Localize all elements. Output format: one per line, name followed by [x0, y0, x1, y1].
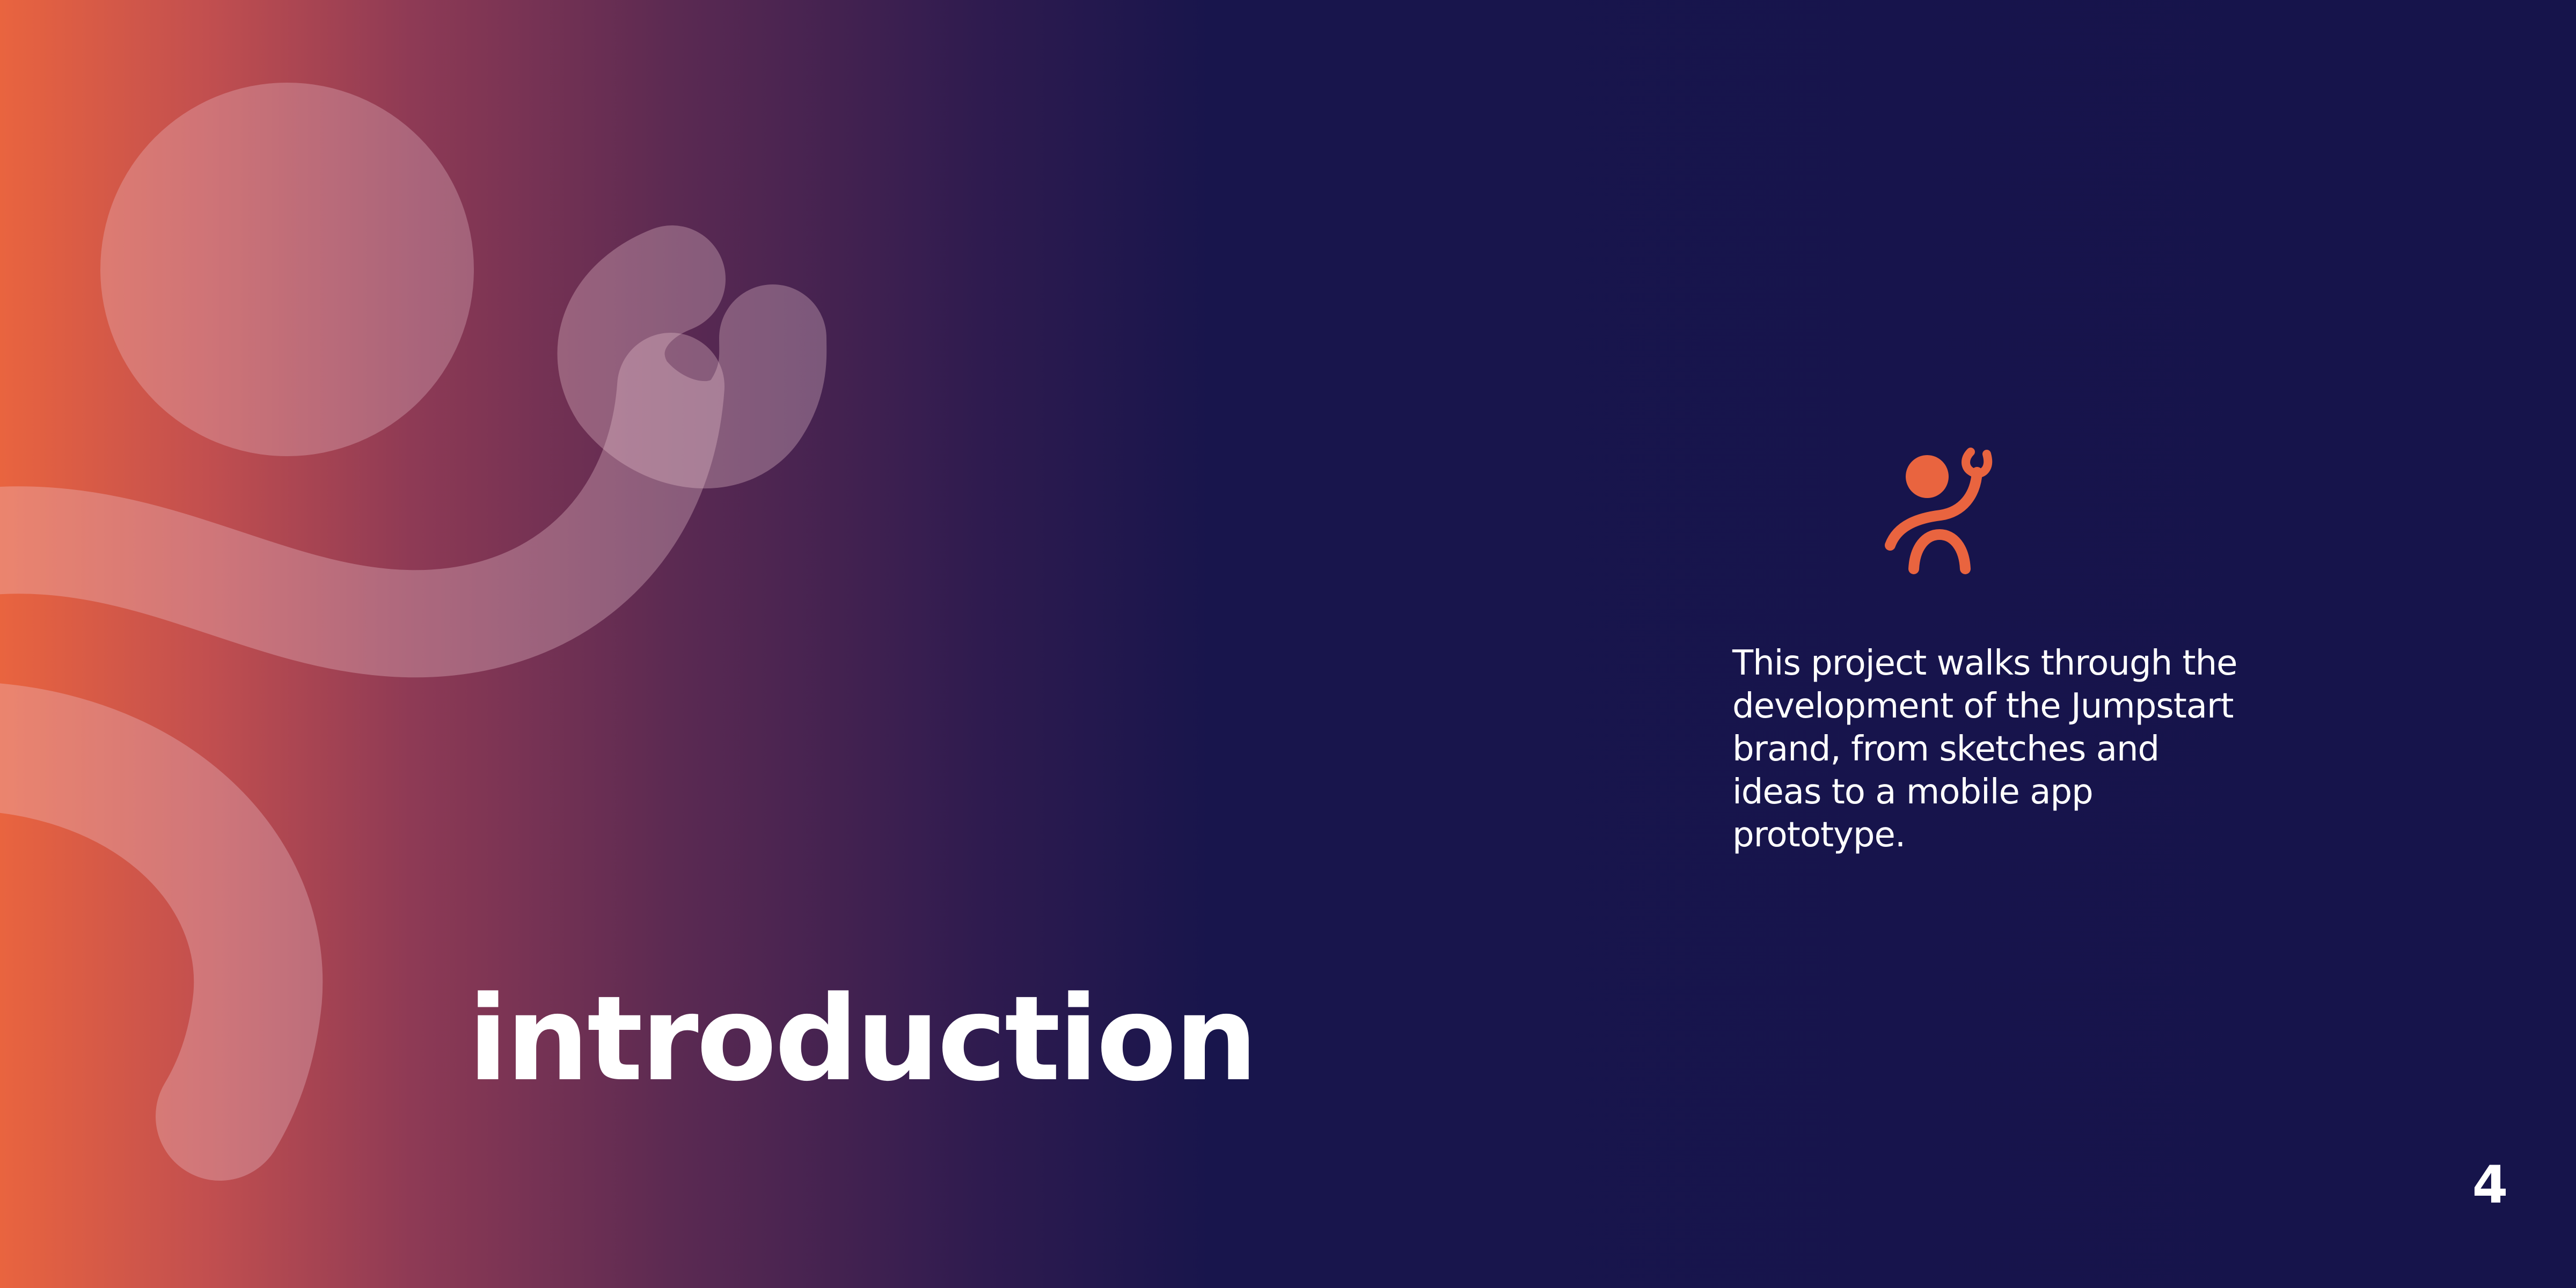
slide-page: introduction This project walks through … — [0, 0, 2576, 1288]
jumpstart-logo-icon — [1885, 448, 1993, 574]
page-title: introduction — [468, 971, 1258, 1107]
intro-paragraph: This project walks through the developme… — [1732, 643, 2238, 855]
page-number: 4 — [2472, 1155, 2508, 1215]
background-figure-head — [100, 83, 474, 456]
